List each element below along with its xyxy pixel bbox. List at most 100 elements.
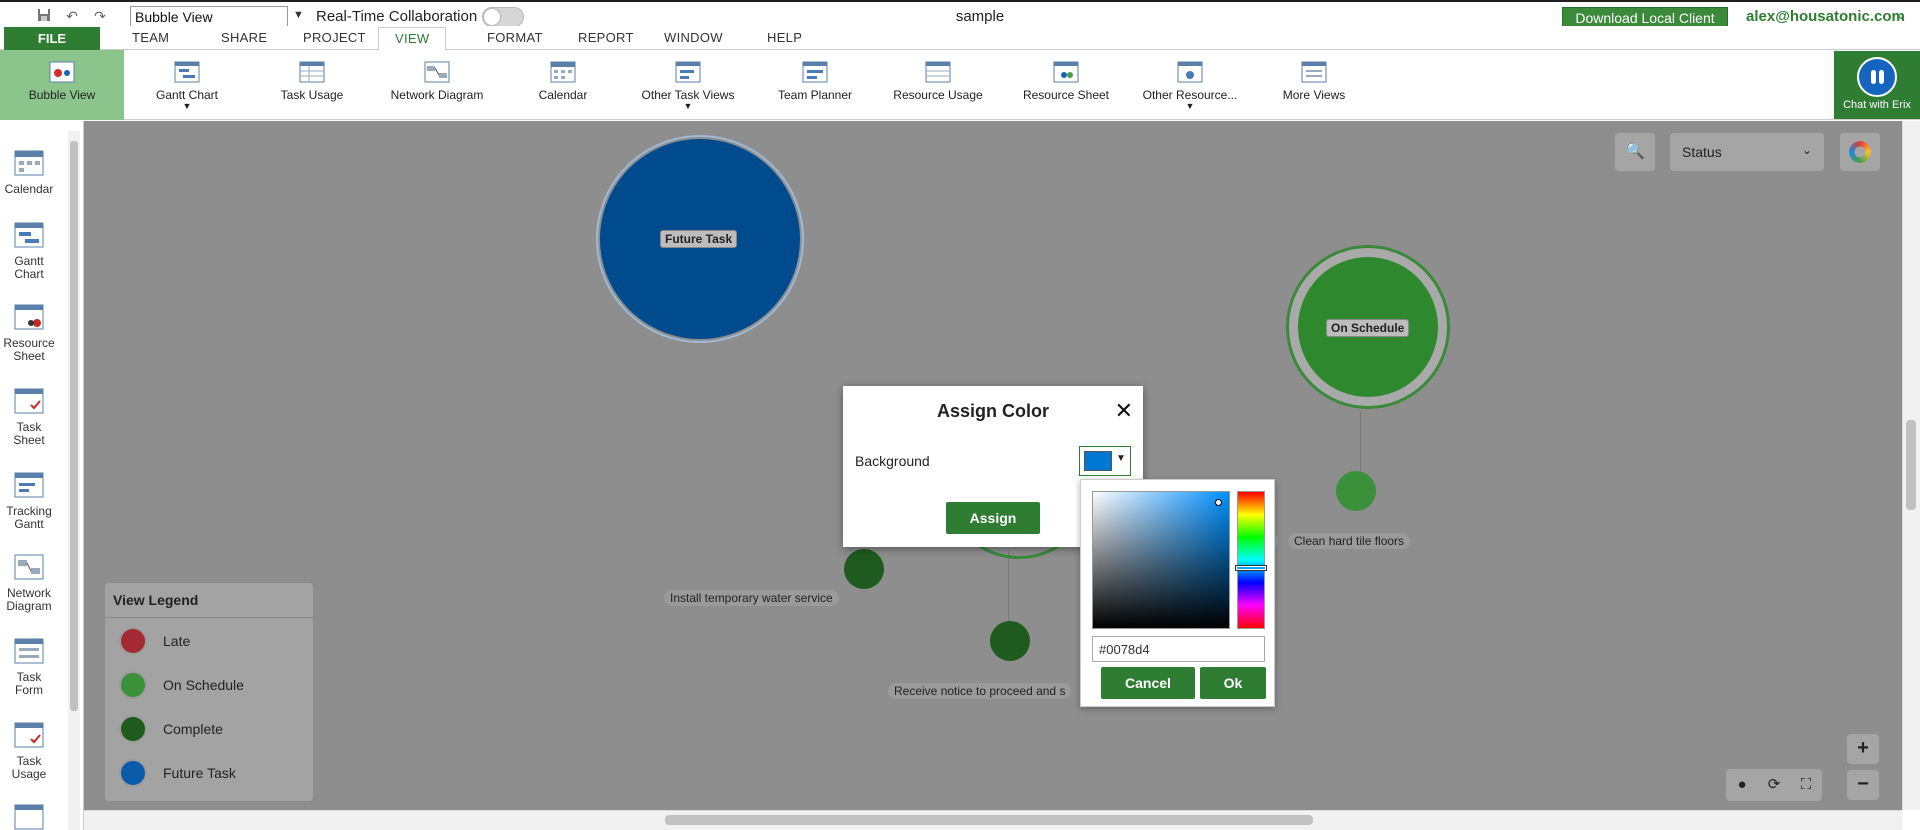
- ribbon-task-usage[interactable]: Task Usage: [264, 50, 360, 120]
- sidebar-item-task-usage[interactable]: Task Usage: [0, 721, 58, 781]
- sidebar-item-label: Task Form: [15, 670, 43, 697]
- legend-dot: [119, 715, 147, 743]
- menu-report[interactable]: REPORT: [578, 30, 634, 45]
- ribbon-network-diagram[interactable]: Network Diagram: [382, 50, 492, 120]
- sidebar-item-gantt-chart[interactable]: Gantt Chart: [0, 221, 58, 281]
- sidebar-item-label: Tracking Gantt: [6, 504, 52, 531]
- ribbon-calendar[interactable]: Calendar: [526, 50, 600, 120]
- canvas-vertical-scrollbar-thumb[interactable]: [1906, 420, 1916, 510]
- ribbon-resource-sheet[interactable]: Resource Sheet: [1016, 50, 1116, 120]
- ok-button[interactable]: Ok: [1200, 667, 1266, 699]
- sidebar-item-task-form[interactable]: Task Form: [0, 637, 58, 697]
- view-name-input[interactable]: Bubble View: [130, 6, 288, 28]
- on-schedule-label: On Schedule: [1326, 319, 1410, 337]
- color-wheel-button[interactable]: [1840, 133, 1880, 171]
- legend-item-on-schedule: On Schedule: [105, 662, 313, 706]
- more-views-icon: [1301, 61, 1327, 83]
- ribbon-bubble-view[interactable]: Bubble View: [0, 50, 124, 120]
- saturation-value-area[interactable]: [1092, 491, 1230, 629]
- dialog-title: Assign Color: [936, 401, 1049, 421]
- canvas-tools: ● ⟳ ⛶: [1726, 769, 1822, 801]
- receive-notice-node[interactable]: [990, 621, 1030, 661]
- background-color-swatch[interactable]: ▼: [1079, 446, 1131, 476]
- other-resource-views-dropdown-icon[interactable]: ▼: [1138, 102, 1242, 111]
- rtc-toggle[interactable]: [482, 7, 524, 27]
- other-task-views-dropdown-icon[interactable]: ▼: [636, 102, 740, 111]
- tracking-gantt-icon: [14, 472, 44, 498]
- legend-label: On Schedule: [163, 677, 244, 693]
- ribbon-resource-usage[interactable]: Resource Usage: [890, 50, 986, 120]
- refresh-icon[interactable]: ⟳: [1758, 769, 1790, 801]
- zoom-out-button[interactable]: −: [1847, 770, 1879, 800]
- ribbon-more-views[interactable]: More Views: [1276, 50, 1352, 120]
- sidebar-item-more[interactable]: [0, 803, 58, 830]
- resource-sheet-icon: [1053, 61, 1079, 83]
- hue-slider-handle[interactable]: [1235, 565, 1267, 571]
- sidebar-item-calendar[interactable]: Calendar: [0, 149, 58, 196]
- ribbon-more-views-label: More Views: [1282, 88, 1346, 102]
- ribbon-other-resource-views-label: Other Resource...: [1142, 88, 1238, 102]
- ribbon-task-usage-label: Task Usage: [280, 88, 344, 102]
- hue-slider[interactable]: [1237, 491, 1265, 629]
- menu-share[interactable]: SHARE: [221, 30, 267, 45]
- undo-icon[interactable]: ↶: [64, 8, 80, 24]
- calendar-icon: [550, 61, 576, 83]
- clean-floors-node[interactable]: [1336, 471, 1376, 511]
- cancel-button[interactable]: Cancel: [1101, 667, 1195, 699]
- search-icon: 🔍: [1625, 143, 1645, 160]
- menu-project[interactable]: PROJECT: [303, 30, 366, 45]
- status-filter-value: Status: [1682, 144, 1722, 160]
- chat-with-erix-button[interactable]: Chat with Erix: [1834, 51, 1920, 119]
- chat-bubble-icon: [1857, 57, 1897, 97]
- view-dropdown-icon[interactable]: ▼: [293, 9, 304, 21]
- sidebar-scrollbar-thumb[interactable]: [70, 141, 78, 711]
- gantt-chart-icon: [14, 222, 44, 248]
- ribbon-other-task-views[interactable]: Other Task Views ▼: [636, 50, 740, 120]
- ribbon-other-resource-views[interactable]: Other Resource... ▼: [1138, 50, 1242, 120]
- chat-label: Chat with Erix: [1843, 99, 1911, 111]
- menu-window[interactable]: WINDOW: [664, 30, 723, 45]
- legend-label: Future Task: [163, 765, 236, 781]
- sidebar-item-tracking-gantt[interactable]: Tracking Gantt: [0, 471, 58, 531]
- gantt-dropdown-icon[interactable]: ▼: [140, 102, 234, 111]
- save-icon[interactable]: [36, 8, 52, 24]
- close-icon[interactable]: ✕: [1115, 398, 1133, 424]
- water-service-node[interactable]: [844, 549, 884, 589]
- status-filter-select[interactable]: Status ⌄: [1670, 133, 1824, 171]
- color-picker-popup: Cancel Ok: [1080, 479, 1275, 707]
- sidebar-item-label: Resource Sheet: [3, 336, 55, 363]
- view-ribbon: Bubble View Gantt Chart ▼ Task Usage Net…: [0, 50, 1920, 120]
- menu-help[interactable]: HELP: [767, 30, 802, 45]
- fullscreen-icon[interactable]: ⛶: [1790, 769, 1822, 801]
- assign-button[interactable]: Assign: [946, 502, 1040, 534]
- user-menu-chevron-icon[interactable]: ⌄: [1896, 8, 1906, 22]
- legend-title: View Legend: [105, 583, 313, 618]
- sidebar-item-label: Calendar: [4, 182, 54, 196]
- menu-team[interactable]: TEAM: [132, 30, 169, 45]
- sidebar-item-task-sheet[interactable]: Task Sheet: [0, 387, 58, 447]
- sidebar-item-network-diagram[interactable]: Network Diagram: [0, 553, 58, 613]
- resource-sheet-icon: [14, 304, 44, 330]
- redo-icon[interactable]: ↷: [92, 8, 108, 24]
- user-email[interactable]: alex@housatonic.com: [1746, 8, 1905, 25]
- ribbon-gantt-chart[interactable]: Gantt Chart ▼: [140, 50, 234, 120]
- canvas-horizontal-scrollbar-thumb[interactable]: [665, 815, 1313, 825]
- center-dot-icon[interactable]: ●: [1726, 769, 1758, 801]
- calendar-icon: [14, 150, 44, 176]
- search-button[interactable]: 🔍: [1615, 133, 1655, 171]
- legend-label: Complete: [163, 721, 223, 737]
- sidebar-item-label: Gantt Chart: [14, 254, 44, 281]
- sidebar-item-resource-sheet[interactable]: Resource Sheet: [0, 303, 58, 363]
- hex-color-input[interactable]: [1092, 636, 1265, 662]
- color-cursor[interactable]: [1215, 499, 1222, 506]
- ribbon-network-diagram-label: Network Diagram: [390, 88, 484, 102]
- task-usage-icon: [299, 61, 325, 83]
- resource-usage-icon: [925, 61, 951, 83]
- menu-file[interactable]: FILE: [4, 27, 100, 50]
- menu-format[interactable]: FORMAT: [487, 30, 543, 45]
- legend-item-late: Late: [105, 618, 313, 662]
- ribbon-team-planner[interactable]: Team Planner: [770, 50, 860, 120]
- zoom-in-button[interactable]: +: [1847, 734, 1879, 764]
- menu-view[interactable]: VIEW: [378, 27, 447, 51]
- document-title: sample: [955, 8, 1005, 25]
